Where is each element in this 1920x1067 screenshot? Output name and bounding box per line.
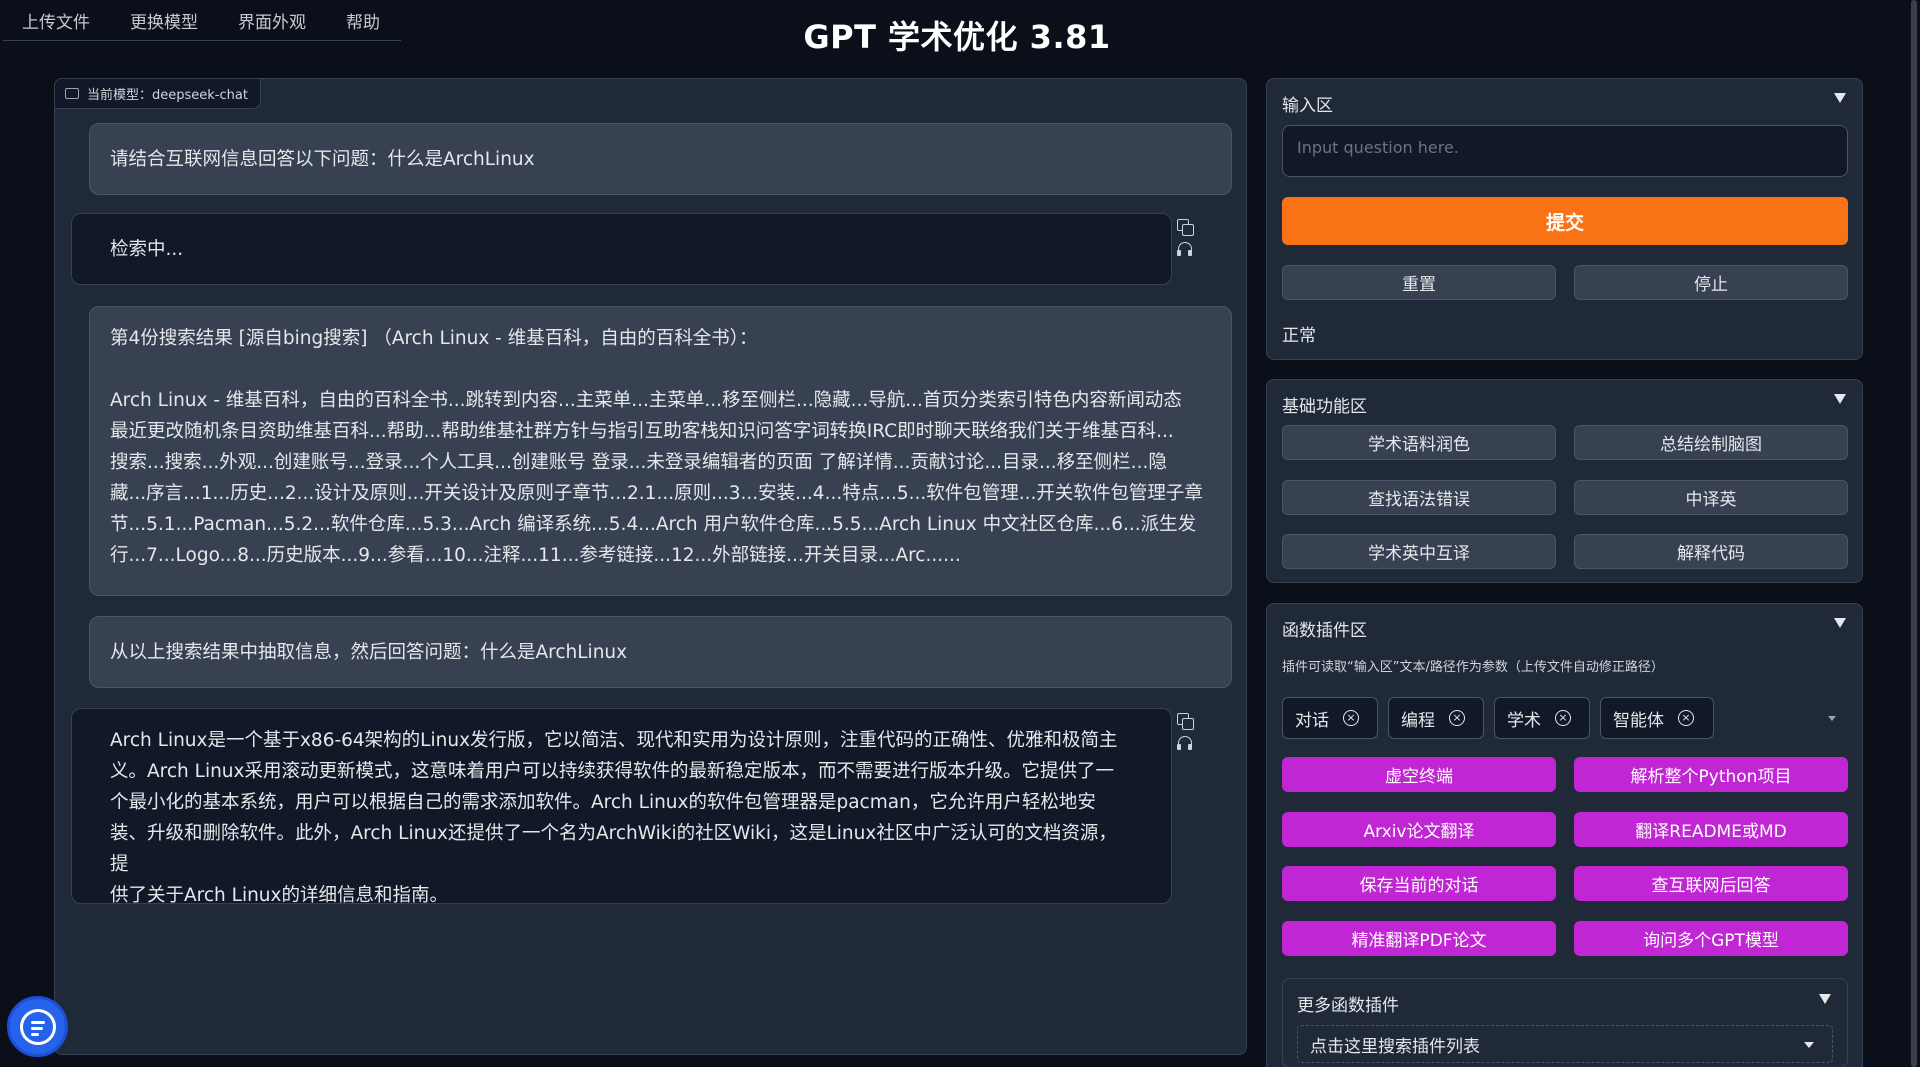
bot-message: Arch Linux是一个基于x86-64架构的Linux发行版，它以简洁、现代… — [71, 708, 1172, 906]
zh-to-en-button[interactable]: 中译英 — [1574, 480, 1848, 515]
translate-pdf-button[interactable]: 精准翻译PDF论文 — [1282, 921, 1556, 956]
message-text: 第4份搜索结果 [源自bing搜索] （Arch Linux - 维基百科，自由… — [110, 328, 1203, 566]
polish-button[interactable]: 学术语料润色 — [1282, 425, 1556, 460]
basic-panel-header: 基础功能区 — [1282, 397, 1367, 417]
message-actions — [1177, 713, 1194, 751]
copy-icon[interactable] — [1177, 219, 1194, 236]
model-label-text: 当前模型：deepseek-chat — [87, 88, 248, 103]
void-terminal-button[interactable]: 虚空终端 — [1282, 757, 1556, 792]
tag-chip[interactable]: 智能体 × — [1600, 697, 1714, 739]
mindmap-button[interactable]: 总结绘制脑图 — [1574, 425, 1848, 460]
grammar-button[interactable]: 查找语法错误 — [1282, 480, 1556, 515]
status-text: 正常 — [1282, 326, 1316, 346]
chip-label: 对话 — [1295, 710, 1329, 731]
plugin-panel-header: 函数插件区 — [1282, 621, 1367, 641]
message-text: Arch Linux是一个基于x86-64架构的Linux发行版，它以简洁、现代… — [110, 730, 1118, 906]
message-text: 请结合互联网信息回答以下问题：什么是ArchLinux — [110, 149, 535, 170]
bot-message: 检索中... — [71, 213, 1172, 285]
arxiv-translate-button[interactable]: Arxiv论文翻译 — [1282, 812, 1556, 847]
question-input-placeholder: Input question here. — [1297, 138, 1459, 157]
message-actions — [1177, 219, 1194, 257]
plugin-search-dropdown-label: 点击这里搜索插件列表 — [1310, 1037, 1480, 1057]
basic-functions-panel: 基础功能区 学术语料润色 总结绘制脑图 查找语法错误 中译英 学术英中互译 解释… — [1266, 379, 1863, 583]
collapse-triangle-icon[interactable] — [1819, 994, 1831, 1004]
translate-readme-button[interactable]: 翻译README或MD — [1574, 812, 1848, 847]
chat-bubble-icon — [19, 1008, 56, 1045]
close-icon[interactable]: × — [1555, 710, 1571, 726]
plugin-search-dropdown[interactable]: 点击这里搜索插件列表 — [1297, 1025, 1833, 1063]
chatbot-panel[interactable]: 当前模型：deepseek-chat 请结合互联网信息回答以下问题：什么是Arc… — [54, 78, 1247, 1055]
plugin-panel: 函数插件区 插件可读取“输入区”文本/路径作为参数（上传文件自动修正路径） 对话… — [1266, 603, 1863, 1067]
chip-label: 智能体 — [1613, 710, 1664, 731]
close-icon[interactable]: × — [1678, 710, 1694, 726]
close-icon[interactable]: × — [1343, 710, 1359, 726]
chevron-down-icon — [1804, 1042, 1814, 1048]
assistant-fab-button[interactable] — [7, 996, 68, 1057]
collapse-triangle-icon[interactable] — [1834, 93, 1846, 103]
collapse-triangle-icon[interactable] — [1834, 394, 1846, 404]
tag-chip[interactable]: 对话 × — [1282, 697, 1378, 739]
scrollbar-thumb[interactable] — [1911, 0, 1917, 1067]
stop-button[interactable]: 停止 — [1574, 265, 1848, 300]
user-message: 第4份搜索结果 [源自bing搜索] （Arch Linux - 维基百科，自由… — [89, 306, 1232, 596]
more-plugins-section: 更多函数插件 点击这里搜索插件列表 — [1282, 978, 1848, 1067]
close-icon[interactable]: × — [1449, 710, 1465, 726]
input-panel-header: 输入区 — [1282, 96, 1333, 116]
ask-multiple-gpt-button[interactable]: 询问多个GPT模型 — [1574, 921, 1848, 956]
question-input[interactable]: Input question here. — [1282, 125, 1848, 177]
more-plugins-header: 更多函数插件 — [1297, 996, 1399, 1016]
chevron-down-icon[interactable] — [1828, 716, 1836, 721]
input-panel: 输入区 Input question here. 提交 重置 停止 正常 — [1266, 78, 1863, 360]
en-zh-translate-button[interactable]: 学术英中互译 — [1282, 534, 1556, 569]
web-search-answer-button[interactable]: 查互联网后回答 — [1574, 866, 1848, 901]
tag-chip[interactable]: 编程 × — [1388, 697, 1484, 739]
explain-code-button[interactable]: 解释代码 — [1574, 534, 1848, 569]
user-message: 请结合互联网信息回答以下问题：什么是ArchLinux — [89, 123, 1232, 195]
message-text: 检索中... — [110, 239, 184, 260]
plugin-hint: 插件可读取“输入区”文本/路径作为参数（上传文件自动修正路径） — [1282, 660, 1664, 675]
chat-icon — [65, 88, 79, 99]
submit-button[interactable]: 提交 — [1282, 197, 1848, 245]
reset-button[interactable]: 重置 — [1282, 265, 1556, 300]
save-conversation-button[interactable]: 保存当前的对话 — [1282, 866, 1556, 901]
page-scrollbar[interactable] — [1906, 0, 1920, 1067]
tag-chip[interactable]: 学术 × — [1494, 697, 1590, 739]
parse-python-project-button[interactable]: 解析整个Python项目 — [1574, 757, 1848, 792]
headphones-icon[interactable] — [1177, 241, 1193, 257]
chip-label: 学术 — [1507, 710, 1541, 731]
app-title: GPT 学术优化 3.81 — [803, 18, 1111, 56]
headphones-icon[interactable] — [1177, 735, 1193, 751]
user-message: 从以上搜索结果中抽取信息，然后回答问题：什么是ArchLinux — [89, 616, 1232, 688]
copy-icon[interactable] — [1177, 713, 1194, 730]
model-label: 当前模型：deepseek-chat — [55, 79, 261, 109]
chip-label: 编程 — [1401, 710, 1435, 731]
message-text: 从以上搜索结果中抽取信息，然后回答问题：什么是ArchLinux — [110, 642, 628, 663]
collapse-triangle-icon[interactable] — [1834, 618, 1846, 628]
